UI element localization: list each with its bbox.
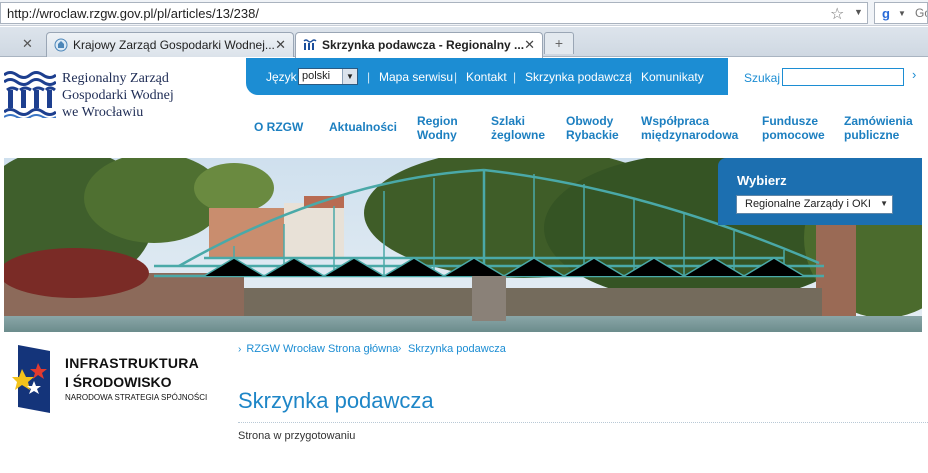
link-mapa-serwisu[interactable]: Mapa serwisu [379,70,453,84]
eu-logo-line3: NARODOWA STRATEGIA SPÓJNOŚCI [65,393,208,402]
eu-flag-stars-icon [12,345,50,413]
dropdown-arrow-icon[interactable]: ▼ [342,69,357,84]
google-icon[interactable]: g [878,6,894,21]
title-divider [238,422,928,423]
search-engine-text: Go [915,6,927,20]
nav-szlaki-zeglowne[interactable]: Szlaki żeglowne [491,114,551,142]
selector-title: Wybierz [737,173,787,188]
nav-o-rzgw[interactable]: O RZGW [254,120,303,134]
search-label: Szukaj [744,71,781,85]
link-skrzynka-podawcza[interactable]: Skrzynka podawcza [525,70,632,84]
close-tab-icon[interactable]: ✕ [524,37,535,53]
browser-search-field[interactable]: g ▼ Go [874,2,928,24]
bookmark-star-icon[interactable]: ☆ [830,4,844,24]
regional-select-value: Regionalne Zarządy i OKI [745,198,871,210]
breadcrumb-bullet-icon: › [398,343,402,354]
infrastruktura-srodowisko-logo[interactable]: INFRASTRUKTURA I ŚRODOWISKO NARODOWA STR… [12,345,232,415]
nav-aktualnosci[interactable]: Aktualności [329,120,397,134]
language-label: Język [266,70,297,84]
url-field[interactable]: http://wroclaw.rzgw.gov.pl/pl/articles/1… [0,2,868,24]
nav-fundusze[interactable]: Fundusze pomocowe [762,114,828,142]
search-engine-dropdown-icon[interactable]: ▼ [898,9,906,18]
url-dropdown-icon[interactable]: ▼ [854,7,863,17]
selector-panel: Wybierz Regionalne Zarządy i OKI ▼ [718,158,922,225]
logo-line: Regionalny Zarząd [62,71,169,86]
close-tab-icon[interactable]: ✕ [275,37,286,53]
tab-krajowy-zarzad[interactable]: Krajowy Zarząd Gospodarki Wodnej... ✕ [46,32,294,57]
language-select[interactable]: polski ▼ [298,68,358,85]
eu-logo-line2: I ŚRODOWISKO [65,374,172,390]
tab-label: Skrzynka podawcza - Regionalny ... [322,38,525,52]
new-tab-button[interactable]: + [544,32,574,54]
breadcrumb-bullet-icon: › [238,344,242,355]
breadcrumb-home-link[interactable]: RZGW Wrocław Strona główna [246,343,398,355]
chevron-down-icon[interactable]: ▼ [880,199,888,208]
main-nav: O RZGW Aktualności Region Wodny Szlaki ż… [246,100,928,156]
nav-obwody-rybackie[interactable]: Obwody Rybackie [566,114,626,142]
link-kontakt[interactable]: Kontakt [466,70,507,84]
site-favicon-icon [54,38,68,52]
nav-wspolpraca[interactable]: Współpraca międzynarodowa [641,114,746,142]
rzgw-favicon-icon [303,39,317,50]
nav-separator: | [629,70,633,84]
tab-strip: ✕ Krajowy Zarząd Gospodarki Wodnej... ✕ … [0,27,928,58]
nav-separator: | [367,70,371,84]
logo-line: we Wrocławiu [62,105,144,120]
page-body-text: Strona w przygotowaniu [238,430,356,442]
nav-separator: | [454,70,458,84]
language-value: polski [302,70,331,82]
site-logo[interactable]: Regionalny Zarząd Gospodarki Wodnej we W… [4,68,244,128]
nav-separator: | [513,70,517,84]
page-title: Skrzynka podawcza [238,388,434,413]
search-go-icon[interactable]: › [912,67,916,82]
eu-logo-line1: INFRASTRUKTURA [65,355,200,371]
tab-skrzynka-podawcza[interactable]: Skrzynka podawcza - Regionalny ... ✕ [295,32,543,58]
nav-zamowienia[interactable]: Zamówienia publiczne [844,114,924,142]
address-bar: http://wroclaw.rzgw.gov.pl/pl/articles/1… [0,0,928,26]
logo-line: Gospodarki Wodnej [62,88,174,103]
link-komunikaty[interactable]: Komunikaty [641,70,704,84]
rzgw-logo-icon [4,71,56,118]
top-utility-nav: Język polski ▼ | Mapa serwisu | Kontakt … [246,58,728,95]
nav-region-wodny[interactable]: Region Wodny [417,114,467,142]
site-search: Szukaj › [728,58,928,95]
close-tab-icon[interactable]: ✕ [22,36,33,52]
tab-label: Krajowy Zarząd Gospodarki Wodnej... [73,38,275,52]
search-input[interactable] [782,68,904,86]
web-page: Regionalny Zarząd Gospodarki Wodnej we W… [0,58,928,473]
breadcrumb: › RZGW Wrocław Strona główna › Skrzynka p… [238,343,506,355]
breadcrumb-current: Skrzynka podawcza [408,343,506,355]
logo-text: Regionalny Zarząd Gospodarki Wodnej we W… [62,70,174,121]
regional-select[interactable]: Regionalne Zarządy i OKI ▼ [736,195,893,214]
